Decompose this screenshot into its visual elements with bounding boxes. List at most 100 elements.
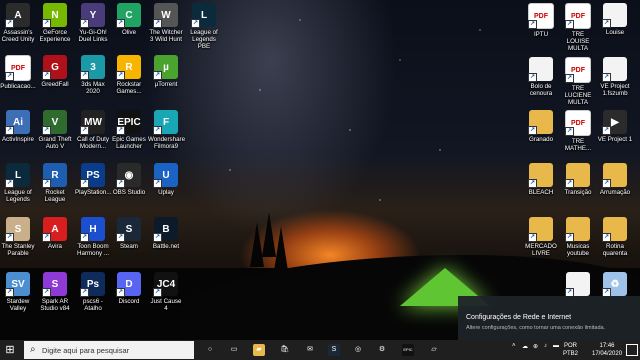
action-center-icon[interactable] — [626, 344, 638, 356]
desktop-icon-blank[interactable]: ↗ — [560, 272, 596, 298]
desktop-icon-yu-gi-oh-duel-links[interactable]: Y ↗ Yu-Gi-Oh! Duel Links — [75, 3, 111, 43]
desktop-icon-battle-net[interactable]: B ↗ Battle.net — [148, 217, 184, 250]
desktop-icon-musicas-youtube[interactable]: ↗ Musicas youtube — [560, 217, 596, 257]
desktop-icon-the-witcher-3-wild-hunt[interactable]: W ↗ The Witcher 3 Wild Hunt — [148, 3, 184, 43]
settings-icon[interactable]: ⚙ — [376, 344, 388, 356]
desktop-icon-spark-ar-studio-v84[interactable]: S ↗ Spark AR Studio v84 — [37, 272, 73, 312]
shortcut-arrow-icon: ↗ — [80, 126, 89, 135]
desktop-icon-publicacao[interactable]: PDF ↗ Publicacao... — [0, 55, 36, 90]
app-icon: ↗ — [602, 163, 627, 188]
network-icon[interactable]: ⊕ — [533, 343, 538, 350]
desktop-icon-ve-project-1[interactable]: ▶ ↗ VE Project 1 — [597, 110, 633, 143]
desktop-icon-toon-boom-harmony[interactable]: H ↗ Toon Boom Harmony ... — [75, 217, 111, 257]
desktop-icon-rocket-league[interactable]: R ↗ Rocket League — [37, 163, 73, 203]
app-icon: EPIC ↗ — [116, 110, 141, 135]
shortcut-arrow-icon: ↗ — [565, 233, 574, 242]
desktop-icon-tre-louise-multa[interactable]: PDF ↗ TRE LOUISE MULTA — [560, 3, 596, 52]
desktop-icon-epic-games-launcher[interactable]: EPIC ↗ Epic Games Launcher — [111, 110, 147, 150]
shortcut-arrow-icon: ↗ — [116, 179, 125, 188]
app-icon: ↗ — [565, 272, 590, 297]
shortcut-arrow-icon: ↗ — [153, 179, 162, 188]
chrome-icon[interactable]: ◎ — [352, 344, 364, 356]
shortcut-arrow-icon: ↗ — [80, 179, 89, 188]
desktop-icon-rotina-quarenta[interactable]: ↗ Rotina quarenta — [597, 217, 633, 257]
explorer-2-icon[interactable]: ▱ — [428, 344, 440, 356]
search-box[interactable]: ⌕ Digite aqui para pesquisar — [24, 341, 194, 359]
cortana-icon[interactable]: ○ — [204, 344, 216, 356]
shortcut-arrow-icon: ↗ — [116, 19, 125, 28]
shortcut-arrow-icon: ↗ — [5, 233, 14, 242]
desktop-icon-assassin-s-creed-unity[interactable]: A ↗ Assassin's Creed Unity — [0, 3, 36, 43]
desktop-icon-wondershare-filmora9[interactable]: F ↗ Wondershare Filmora9 — [148, 110, 185, 150]
desktop-icon-tre-mathe[interactable]: PDF ↗ TRE MATHE... — [560, 110, 596, 152]
desktop-icon-olive[interactable]: C ↗ Olive — [111, 3, 147, 36]
shortcut-arrow-icon: ↗ — [116, 233, 125, 242]
language-indicator[interactable]: POR PTB2 — [563, 342, 578, 358]
desktop-icon-torrent[interactable]: µ ↗ µTorrent — [148, 55, 184, 88]
desktop-icon-the-stanley-parable[interactable]: S ↗ The Stanley Parable — [0, 217, 36, 257]
search-placeholder: Digite aqui para pesquisar — [42, 346, 130, 355]
desktop-icon-arruma-o[interactable]: ↗ Arrumação — [597, 163, 633, 196]
desktop-icon-activinspire[interactable]: Ai ↗ ActivInspire — [0, 110, 36, 143]
shortcut-arrow-icon: ↗ — [528, 73, 537, 82]
desktop-icon-geforce-experience[interactable]: N ↗ GeForce Experience — [37, 3, 73, 43]
app-icon: µ ↗ — [153, 55, 178, 80]
network-notification[interactable]: Configurações de Rede e Internet Altere … — [458, 296, 640, 340]
desktop-icon-mercado-livre[interactable]: ↗ MERCADO LIVRE — [523, 217, 559, 257]
desktop-icon-discord[interactable]: D ↗ Discord — [111, 272, 147, 305]
desktop-icon-stardew-valley[interactable]: SV ↗ Stardew Valley — [0, 272, 36, 312]
app-icon: H ↗ — [80, 217, 105, 242]
desktop-icon-blank[interactable]: ♻ ↗ — [597, 272, 633, 298]
desktop-icon-transi-o[interactable]: ↗ Transição — [560, 163, 596, 196]
desktop-icon-ve-project-1-fszumb[interactable]: ↗ VE Project 1.fszumb — [597, 57, 633, 97]
desktop-icon-bleach[interactable]: ↗ BLEACH — [523, 163, 559, 196]
desktop-icon-avira[interactable]: A ↗ Avira — [37, 217, 73, 250]
desktop-icon-label: TRE LOUISE MULTA — [566, 31, 590, 52]
app-icon: V ↗ — [42, 110, 67, 135]
desktop-icon-tre-luciene-multa[interactable]: PDF ↗ TRE LUCIENE MULTA — [560, 57, 596, 106]
start-button[interactable]: ⊞ — [4, 344, 16, 356]
app-icon: Y ↗ — [80, 3, 105, 28]
mail-icon[interactable]: ✉ — [304, 344, 316, 356]
desktop-icon-just-cause-4[interactable]: JC4 ↗ Just Cause 4 — [148, 272, 184, 312]
desktop-icon-iptu[interactable]: PDF ↗ IPTU — [523, 3, 559, 38]
desktop-icon-pscs6-atalho[interactable]: Ps ↗ pscs6 - Atalho — [75, 272, 111, 312]
desktop-icon-bolo-de-cenoura[interactable]: ↗ Bolo de cenoura — [523, 57, 559, 97]
desktop-icon-label: µTorrent — [154, 81, 178, 88]
store-icon[interactable]: 🛍 — [279, 344, 291, 356]
app-icon: ◉ ↗ — [116, 163, 141, 188]
app-icon: ↗ — [565, 163, 590, 188]
volume-icon[interactable]: ♪ — [544, 343, 547, 349]
desktop-icon-steam[interactable]: S ↗ Steam — [111, 217, 147, 250]
epic-taskbar-icon[interactable]: EPIC — [402, 344, 414, 356]
desktop-icon-rockstar-games[interactable]: R ↗ Rockstar Games... — [111, 55, 147, 95]
shortcut-arrow-icon: ↗ — [42, 71, 51, 80]
shortcut-arrow-icon: ↗ — [80, 288, 89, 297]
desktop-icon-league-of-legends[interactable]: L ↗ League of Legends — [0, 163, 36, 203]
task-view-icon[interactable]: ▭ — [228, 344, 240, 356]
app-icon: Ps ↗ — [80, 272, 105, 297]
icon-glyph: W — [161, 9, 171, 21]
icon-glyph: F — [162, 116, 170, 128]
power-icon[interactable]: ▬ — [553, 343, 559, 349]
desktop-icon-league-of-legends-pbe[interactable]: L ↗ League of Legends PBE — [186, 3, 222, 50]
desktop-icon-call-of-duty-modern[interactable]: MW ↗ Call of Duty Modern... — [75, 110, 111, 150]
desktop-icon-uplay[interactable]: U ↗ Uplay — [148, 163, 184, 196]
desktop-icon-label: TRE MATHE... — [564, 138, 592, 152]
onedrive-icon[interactable]: ☁ — [522, 343, 528, 350]
clock[interactable]: 17:46 17/04/2020 — [592, 342, 622, 358]
app-icon: S ↗ — [116, 217, 141, 242]
desktop-icon-louise[interactable]: ↗ Louise — [597, 3, 633, 36]
chevron-up-icon[interactable]: ˄ — [512, 343, 516, 349]
desktop-icon-3ds-max-2020[interactable]: 3 ↗ 3ds Max 2020 — [75, 55, 111, 95]
desktop-icon-obs-studio[interactable]: ◉ ↗ OBS Studio — [111, 163, 147, 196]
desktop-icon-label: League of Legends PBE — [190, 29, 218, 50]
desktop-icon-playstation[interactable]: PS ↗ PlayStation... — [75, 163, 111, 196]
desktop-icon-grand-theft-auto-v[interactable]: V ↗ Grand Theft Auto V — [37, 110, 73, 150]
desktop-icon-label: Discord — [118, 298, 140, 305]
file-explorer-icon[interactable]: ▰ — [253, 344, 265, 356]
steam-taskbar-icon[interactable]: S — [328, 344, 340, 356]
icon-glyph: PDF — [571, 66, 585, 74]
desktop-icon-granado[interactable]: ↗ Granado — [523, 110, 559, 143]
desktop-icon-greedfall[interactable]: G ↗ GreedFall — [37, 55, 73, 88]
